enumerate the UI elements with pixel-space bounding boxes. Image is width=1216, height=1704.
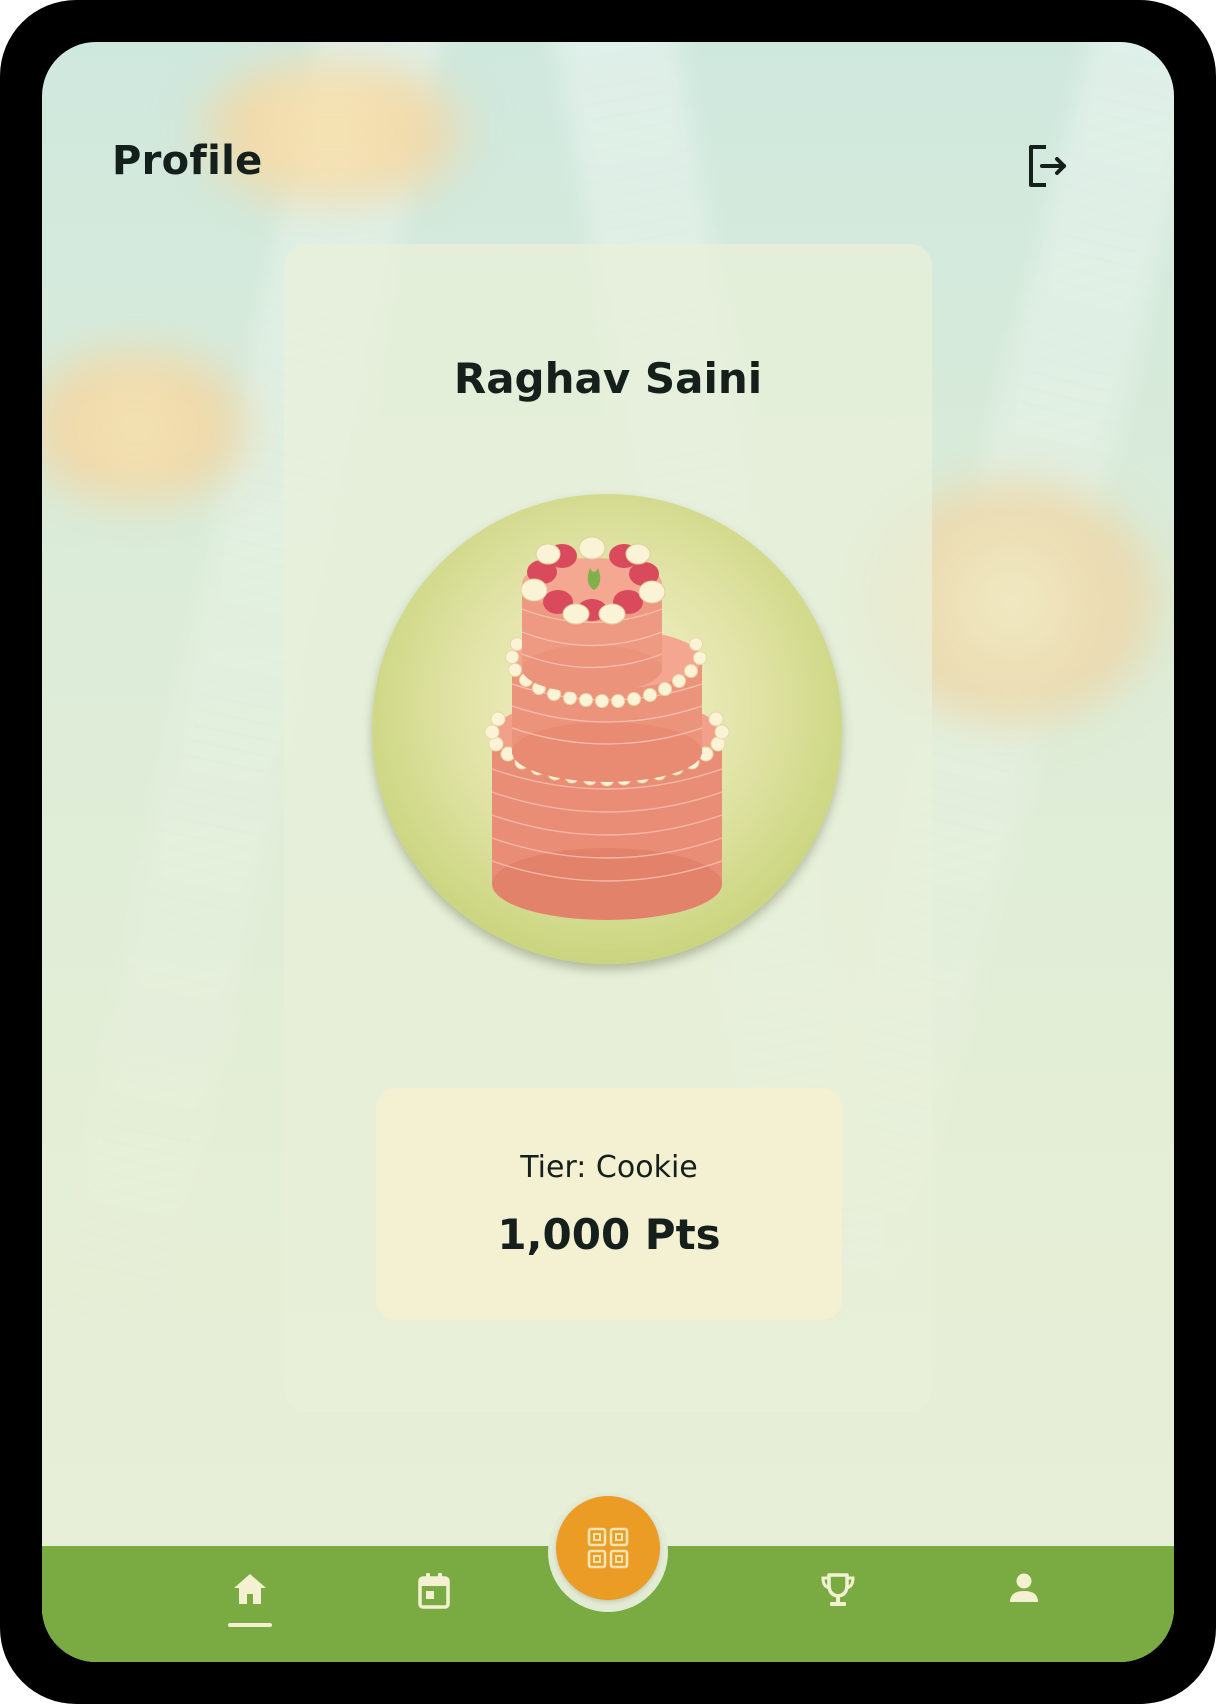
app-screen: Profile Raghav Saini Tier: Cookie 1,000 …: [42, 42, 1174, 1662]
points-value: 1,000 Pts: [497, 1210, 721, 1259]
cake-image: [484, 536, 730, 920]
home-icon: [234, 1574, 266, 1604]
device-frame: Profile Raghav Saini Tier: Cookie 1,000 …: [0, 0, 1216, 1704]
logout-icon: [1029, 145, 1066, 187]
user-icon: [1010, 1573, 1038, 1602]
nav-home[interactable]: [220, 1572, 280, 1628]
nav-leaderboard[interactable]: [808, 1572, 868, 1628]
tier-label: Tier: Cookie: [520, 1150, 698, 1185]
avatar: [372, 494, 842, 964]
nav-calendar[interactable]: [404, 1572, 464, 1628]
profile-card: Raghav Saini Tier: Cookie 1,000 Pts: [284, 244, 932, 1412]
user-name: Raghav Saini: [453, 354, 763, 403]
active-tab-indicator: [228, 1623, 272, 1627]
page-title: Profile: [112, 138, 263, 184]
logout-button[interactable]: [1020, 138, 1076, 194]
scan-qr-button[interactable]: [556, 1496, 660, 1600]
tier-points-panel: Tier: Cookie 1,000 Pts: [376, 1088, 842, 1320]
trophy-icon: [821, 1573, 855, 1606]
calendar-icon: [418, 1573, 450, 1609]
qr-code-icon: [587, 1527, 629, 1569]
cloud: [42, 352, 252, 502]
nav-profile[interactable]: [994, 1572, 1054, 1628]
